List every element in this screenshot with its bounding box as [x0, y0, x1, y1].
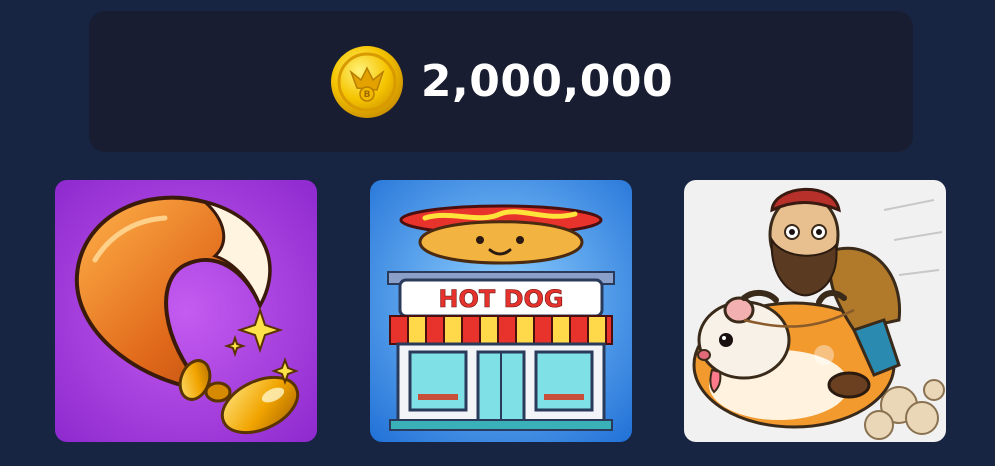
- coin-icon: B: [330, 45, 403, 118]
- card-hot-dog-shop[interactable]: HOT DOG: [370, 180, 632, 442]
- hot-dog-shop-illustration: HOT DOG: [370, 180, 632, 442]
- card-hamster-rider[interactable]: [684, 180, 946, 442]
- hamster-rider-illustration: [684, 180, 946, 442]
- card-fox-tail[interactable]: [55, 180, 317, 442]
- balance-card: B 2,000,000: [89, 11, 913, 152]
- balance-amount: 2,000,000: [420, 56, 674, 107]
- shop-sign-text: HOT DOG: [438, 285, 563, 313]
- svg-text:B: B: [363, 90, 370, 100]
- fox-tail-illustration: [55, 180, 317, 442]
